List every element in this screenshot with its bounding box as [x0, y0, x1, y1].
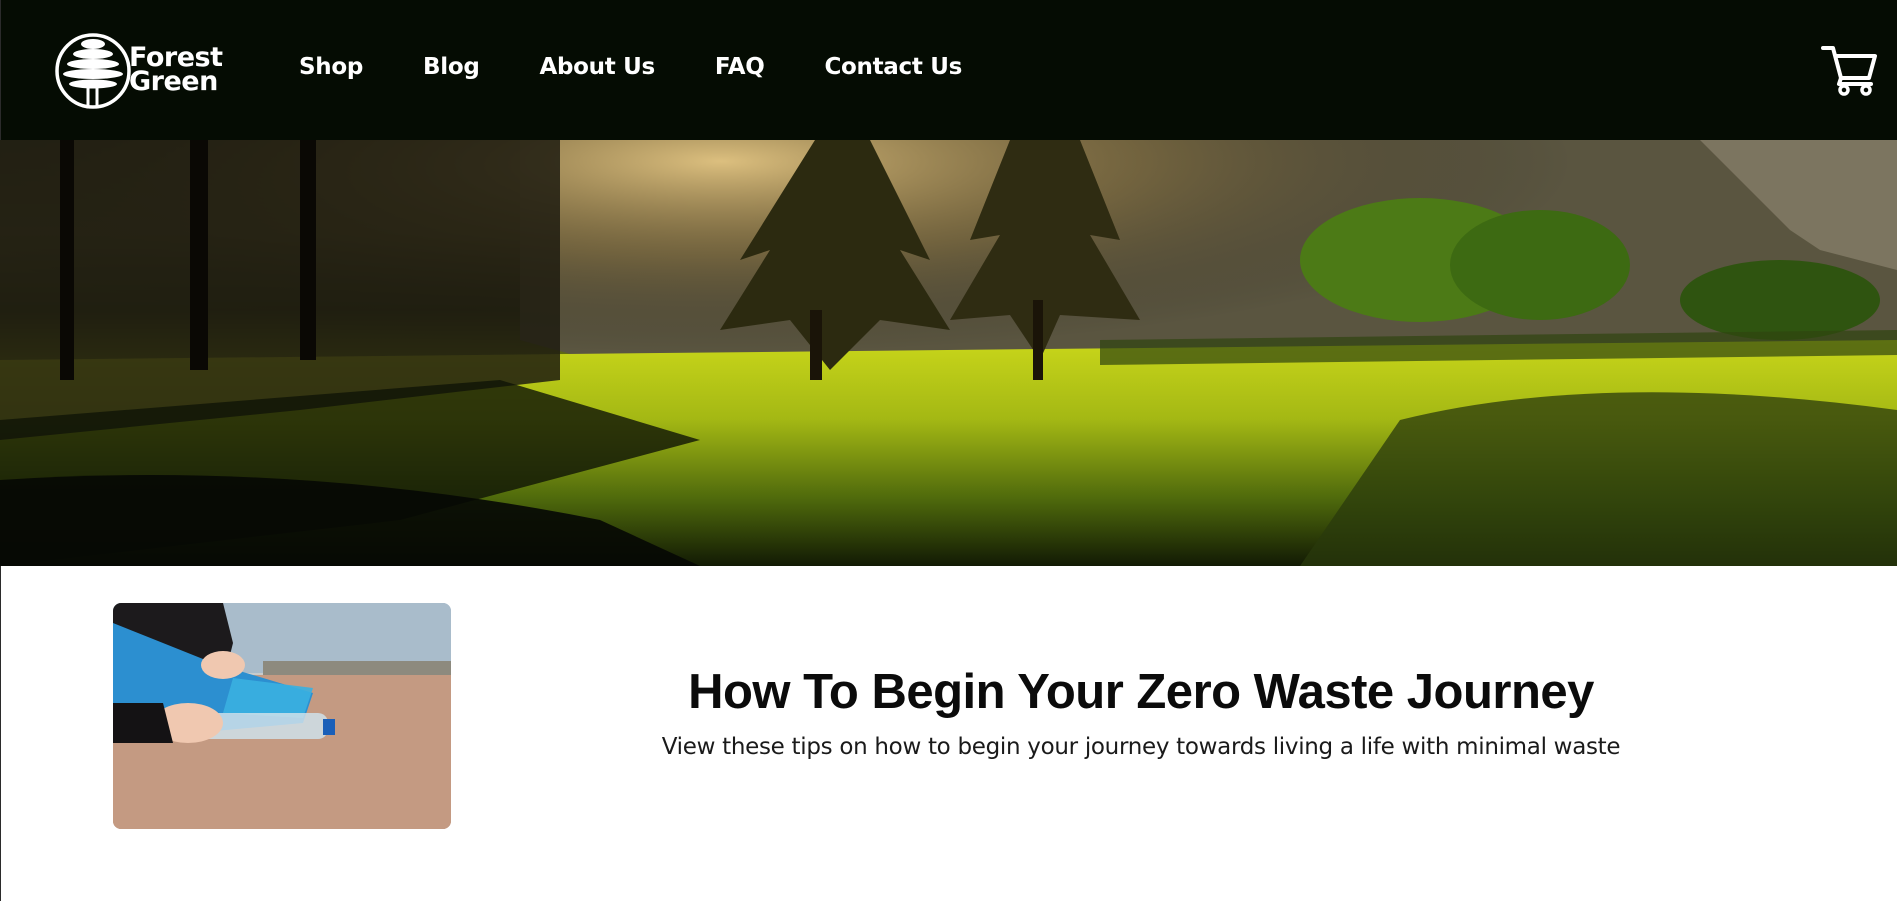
shopping-cart-icon	[1821, 46, 1877, 96]
brand-logo[interactable]: Forest Green	[51, 24, 241, 118]
nav-link-shop[interactable]: Shop	[299, 54, 363, 80]
main-nav: Shop Blog About Us FAQ Contact Us	[299, 54, 1022, 80]
post-title[interactable]: How To Begin Your Zero Waste Journey	[521, 664, 1761, 720]
hero-image	[0, 140, 1897, 566]
post-subtitle: View these tips on how to begin your jou…	[661, 734, 1621, 760]
nav-link-contact-us[interactable]: Contact Us	[824, 54, 962, 80]
tree-icon	[55, 33, 131, 109]
blog-post-list: How To Begin Your Zero Waste Journey Vie…	[0, 566, 1897, 901]
brand-name-line2: Green	[129, 66, 218, 97]
hero-banner	[0, 140, 1897, 566]
cart-button[interactable]	[1821, 44, 1877, 96]
nav-link-about-us[interactable]: About Us	[540, 54, 656, 80]
post-thumbnail-image	[113, 603, 451, 829]
site-header: Forest Green Shop Blog About Us FAQ Cont…	[0, 0, 1897, 140]
brand-name: Forest Green	[129, 44, 223, 97]
post-thumbnail[interactable]	[113, 603, 451, 829]
nav-link-faq[interactable]: FAQ	[715, 54, 765, 80]
nav-link-blog[interactable]: Blog	[423, 54, 480, 80]
